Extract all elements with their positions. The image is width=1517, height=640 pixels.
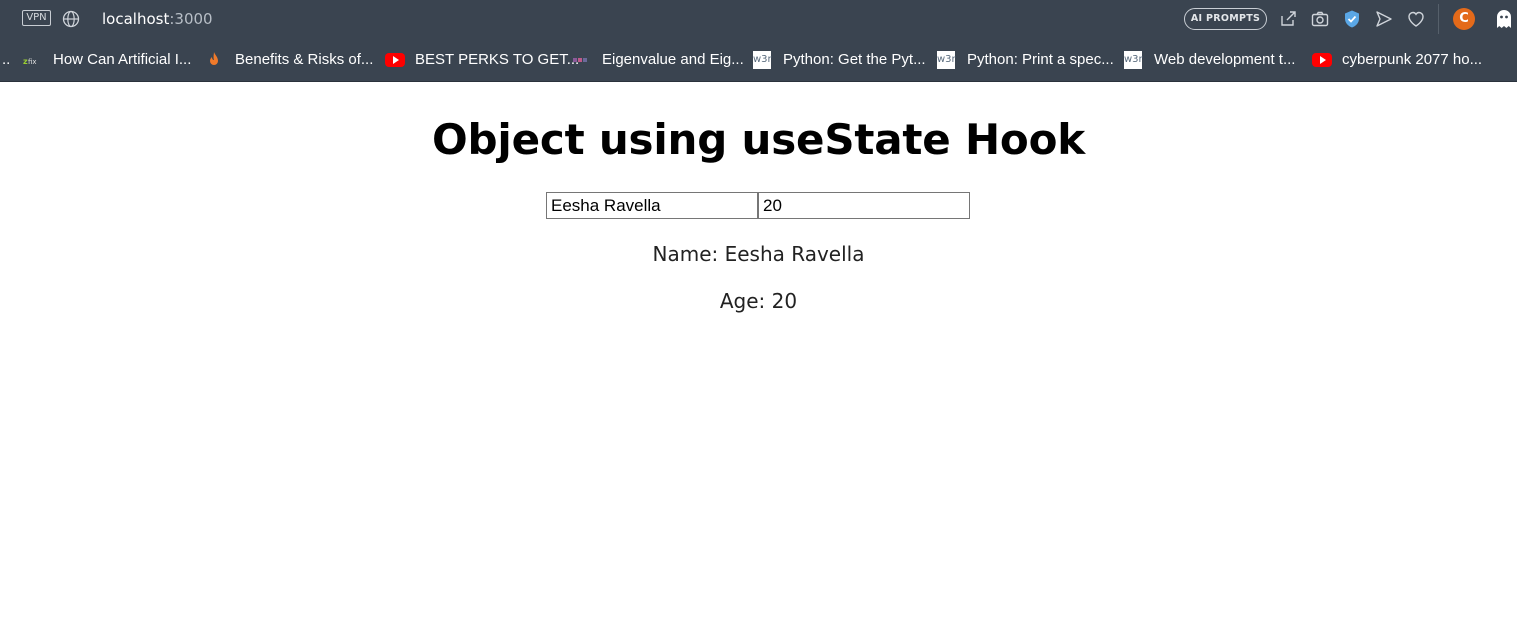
w3r-icon: w3r — [937, 51, 956, 69]
bookmark-label: Python: Print a spec... — [967, 51, 1114, 68]
url-port: :3000 — [169, 10, 213, 28]
toolbar-divider — [1438, 4, 1439, 34]
bookmark-label: Python: Get the Pyt... — [783, 51, 926, 68]
globe-icon[interactable] — [62, 10, 80, 28]
page-title: Object using useState Hook — [432, 115, 1085, 164]
w3r-icon: w3r — [753, 51, 772, 69]
bookmarks-bar: .. z fix How Can Artificial I... Benefits… — [0, 44, 1517, 76]
bookmark-item[interactable]: w3r Python: Get the Pyt... — [753, 50, 928, 70]
bookmark-item[interactable]: w3r Web development t... — [1124, 50, 1299, 70]
page-content: Object using useState Hook Name: Eesha R… — [0, 83, 1517, 640]
profile-avatar[interactable]: C — [1453, 8, 1475, 30]
bookmark-item[interactable]: w3r Python: Print a spec... — [937, 50, 1114, 70]
send-icon[interactable] — [1374, 9, 1394, 29]
ai-prompts-button[interactable]: AI PROMPTS — [1184, 8, 1267, 30]
vpn-button[interactable]: VPN — [22, 10, 51, 26]
age-input[interactable] — [758, 192, 970, 219]
camera-icon[interactable] — [1310, 9, 1330, 29]
bookmark-label: Benefits & Risks of... — [235, 51, 374, 68]
bookmark-label: How Can Artificial I... — [53, 51, 192, 68]
url-field[interactable]: localhost:3000 — [102, 9, 213, 29]
name-display: Name: Eesha Ravella — [652, 242, 865, 266]
site-icon — [572, 51, 590, 69]
bookmark-label: BEST PERKS TO GET... — [415, 51, 580, 68]
bookmark-label: cyberpunk 2077 ho... — [1342, 51, 1483, 68]
flame-icon — [205, 51, 223, 69]
address-bar: VPN localhost:3000 AI PROMPTS C — [0, 0, 1517, 38]
w3r-icon: w3r — [1124, 51, 1143, 69]
youtube-icon — [385, 53, 405, 67]
shield-icon[interactable] — [1342, 9, 1362, 29]
svg-text:fix: fix — [28, 58, 37, 66]
heart-icon[interactable] — [1406, 9, 1426, 29]
share-icon[interactable] — [1278, 9, 1298, 29]
url-host: localhost — [102, 10, 170, 28]
bookmark-item[interactable]: Benefits & Risks of... — [205, 50, 375, 70]
bookmark-item[interactable]: z fix How Can Artificial I... — [23, 50, 193, 70]
ghost-icon[interactable] — [1494, 8, 1514, 30]
name-input[interactable] — [546, 192, 758, 219]
bookmark-item[interactable]: Eigenvalue and Eig... — [572, 50, 744, 70]
youtube-icon — [1312, 53, 1332, 67]
bookmarks-overflow[interactable]: .. — [2, 50, 10, 70]
age-display: Age: 20 — [719, 289, 798, 313]
bookmark-item[interactable]: cyberpunk 2077 ho... — [1312, 50, 1487, 70]
bookmark-item[interactable]: BEST PERKS TO GET... — [385, 50, 579, 70]
bookmark-label: Web development t... — [1154, 51, 1296, 68]
browser-chrome: VPN localhost:3000 AI PROMPTS C .. z fix… — [0, 0, 1517, 82]
zfix-icon: z fix — [23, 51, 41, 69]
bookmark-label: Eigenvalue and Eig... — [602, 51, 744, 68]
